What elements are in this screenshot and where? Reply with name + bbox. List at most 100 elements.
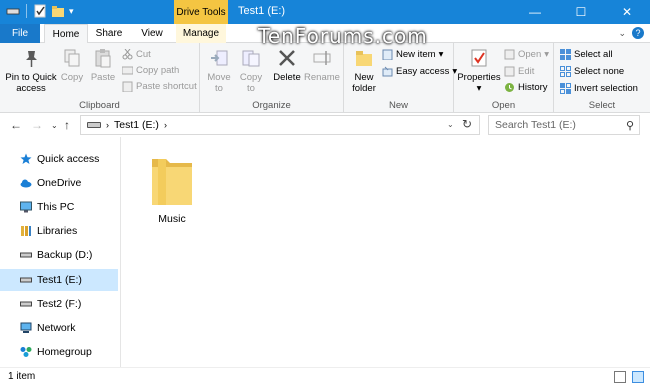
select-none-label: Select none [574,65,625,77]
search-placeholder: Search Test1 (E:) [495,119,576,131]
open-button[interactable]: Open ▾ [504,47,549,61]
move-to-label: Move to [207,72,231,94]
pin-label: Pin to Quick access [5,72,57,94]
chevron-down-icon[interactable]: ⌄ [618,28,626,39]
paste-button[interactable]: Paste [88,47,118,83]
file-list: Music [121,137,650,367]
properties-button[interactable]: Properties ▾ [456,47,502,94]
delete-x-icon [276,47,298,69]
drive-icon [20,274,32,286]
clipboard-group: Pin to Quick access Copy Paste Cut Copy … [0,43,200,113]
nav-item-this-pc[interactable]: This PC [0,196,118,218]
move-to-button[interactable]: Move to [204,47,234,94]
ribbon: Pin to Quick access Copy Paste Cut Copy … [0,43,650,113]
up-arrow-icon[interactable]: ↑ [64,118,70,132]
open-group-label: Open [491,100,516,111]
easy-access-button[interactable]: Easy access ▾ [382,64,457,78]
easy-access-label: Easy access [396,65,450,77]
search-icon[interactable]: ⚲ [626,119,634,132]
invert-selection-icon [560,82,571,94]
select-none-button[interactable]: Select none [560,64,624,78]
paste-shortcut-label: Paste shortcut [136,80,197,92]
invert-selection-button[interactable]: Invert selection [560,81,638,95]
copy-to-label: Copy to [239,72,263,94]
nav-label: Quick access [37,153,100,165]
separator [26,4,27,18]
nav-item-homegroup[interactable]: Homegroup [0,341,118,363]
minimize-button[interactable]: — [512,0,558,24]
paste-label: Paste [90,72,116,83]
copy-label: Copy [60,72,84,83]
computer-icon [20,201,32,213]
status-bar: 1 item [0,367,650,385]
select-all-button[interactable]: Select all [560,47,613,61]
nav-item-libraries[interactable]: Libraries [0,220,118,242]
tab-file[interactable]: File [0,24,40,43]
maximize-button[interactable]: ☐ [558,0,604,24]
clipboard-group-label: Clipboard [79,100,120,111]
network-icon [20,322,32,334]
drive-tools-context-tab[interactable]: Drive Tools [174,0,228,24]
close-button[interactable]: ✕ [604,0,650,24]
breadcrumb-separator-icon: › [106,120,109,130]
address-bar[interactable]: › Test1 (E:) › [80,115,480,135]
paste-icon [92,47,114,69]
new-folder-icon[interactable] [51,4,65,18]
nav-label: OneDrive [37,177,82,189]
delete-button[interactable]: Delete [272,47,302,83]
copy-path-button[interactable]: Copy path [121,63,179,77]
nav-item-quick-access[interactable]: Quick access [0,148,118,170]
large-icons-view-icon[interactable] [632,371,644,383]
nav-label: Test1 (E:) [37,274,82,286]
drive-icon [20,249,32,261]
dropdown-arrow-icon: ▾ [476,83,482,94]
scissors-icon [122,48,133,60]
copy-to-button[interactable]: Copy to [236,47,266,94]
tab-home[interactable]: Home [44,24,88,44]
help-icon[interactable]: ? [632,27,644,39]
paste-shortcut-button[interactable]: Paste shortcut [122,79,197,93]
star-icon [20,153,32,165]
tab-view[interactable]: View [134,24,170,43]
select-group-label: Select [588,100,616,111]
recent-chevron-down-icon[interactable]: ⌄ [51,121,58,130]
folder-item[interactable]: Music [143,149,201,225]
refresh-icon[interactable]: ↻ [462,117,472,131]
select-all-label: Select all [574,48,613,60]
cut-button[interactable]: Cut [122,47,151,61]
rename-icon [311,47,333,69]
properties-check-icon[interactable] [33,4,47,18]
customize-toolbar-icon[interactable]: ▾ [69,6,74,17]
edit-label: Edit [518,65,535,77]
copy-to-icon [240,47,262,69]
new-item-button[interactable]: New item ▾ [382,47,443,61]
nav-item-network[interactable]: Network [0,317,118,339]
pin-quick-access-button[interactable]: Pin to Quick access [2,47,60,94]
breadcrumb-chevron-icon[interactable]: › [164,120,167,130]
pin-icon [20,47,42,69]
nav-item-test2-f[interactable]: Test2 (F:) [0,293,118,315]
title-bar: ▾ Drive Tools Test1 (E:) — ☐ ✕ [0,0,650,24]
new-folder-button[interactable]: New folder [348,47,380,94]
search-input[interactable]: Search Test1 (E:) ⚲ [488,115,640,135]
nav-item-onedrive[interactable]: OneDrive [0,172,118,194]
new-group-label: New [388,100,408,111]
move-to-icon [208,47,230,69]
rename-button[interactable]: Rename [304,47,340,83]
copy-button[interactable]: Copy [58,47,86,83]
details-view-icon[interactable] [614,371,626,383]
tab-manage[interactable]: Manage [176,24,226,43]
invert-selection-label: Invert selection [574,82,638,94]
drive-icon [6,4,20,18]
tab-share[interactable]: Share [90,24,128,43]
nav-item-backup-d[interactable]: Backup (D:) [0,244,118,266]
nav-item-test1-e[interactable]: Test1 (E:) [0,269,118,291]
history-button[interactable]: History [504,80,548,94]
back-arrow-icon[interactable]: ← [10,118,22,132]
nav-label: Test2 (F:) [37,298,82,310]
breadcrumb-current[interactable]: Test1 (E:) [114,119,159,131]
edit-button[interactable]: Edit [504,64,534,78]
forward-arrow-icon[interactable]: → [31,118,43,132]
address-dropdown-icon[interactable]: ⌄ [447,120,454,129]
dropdown-arrow-icon: ▾ [544,48,550,60]
